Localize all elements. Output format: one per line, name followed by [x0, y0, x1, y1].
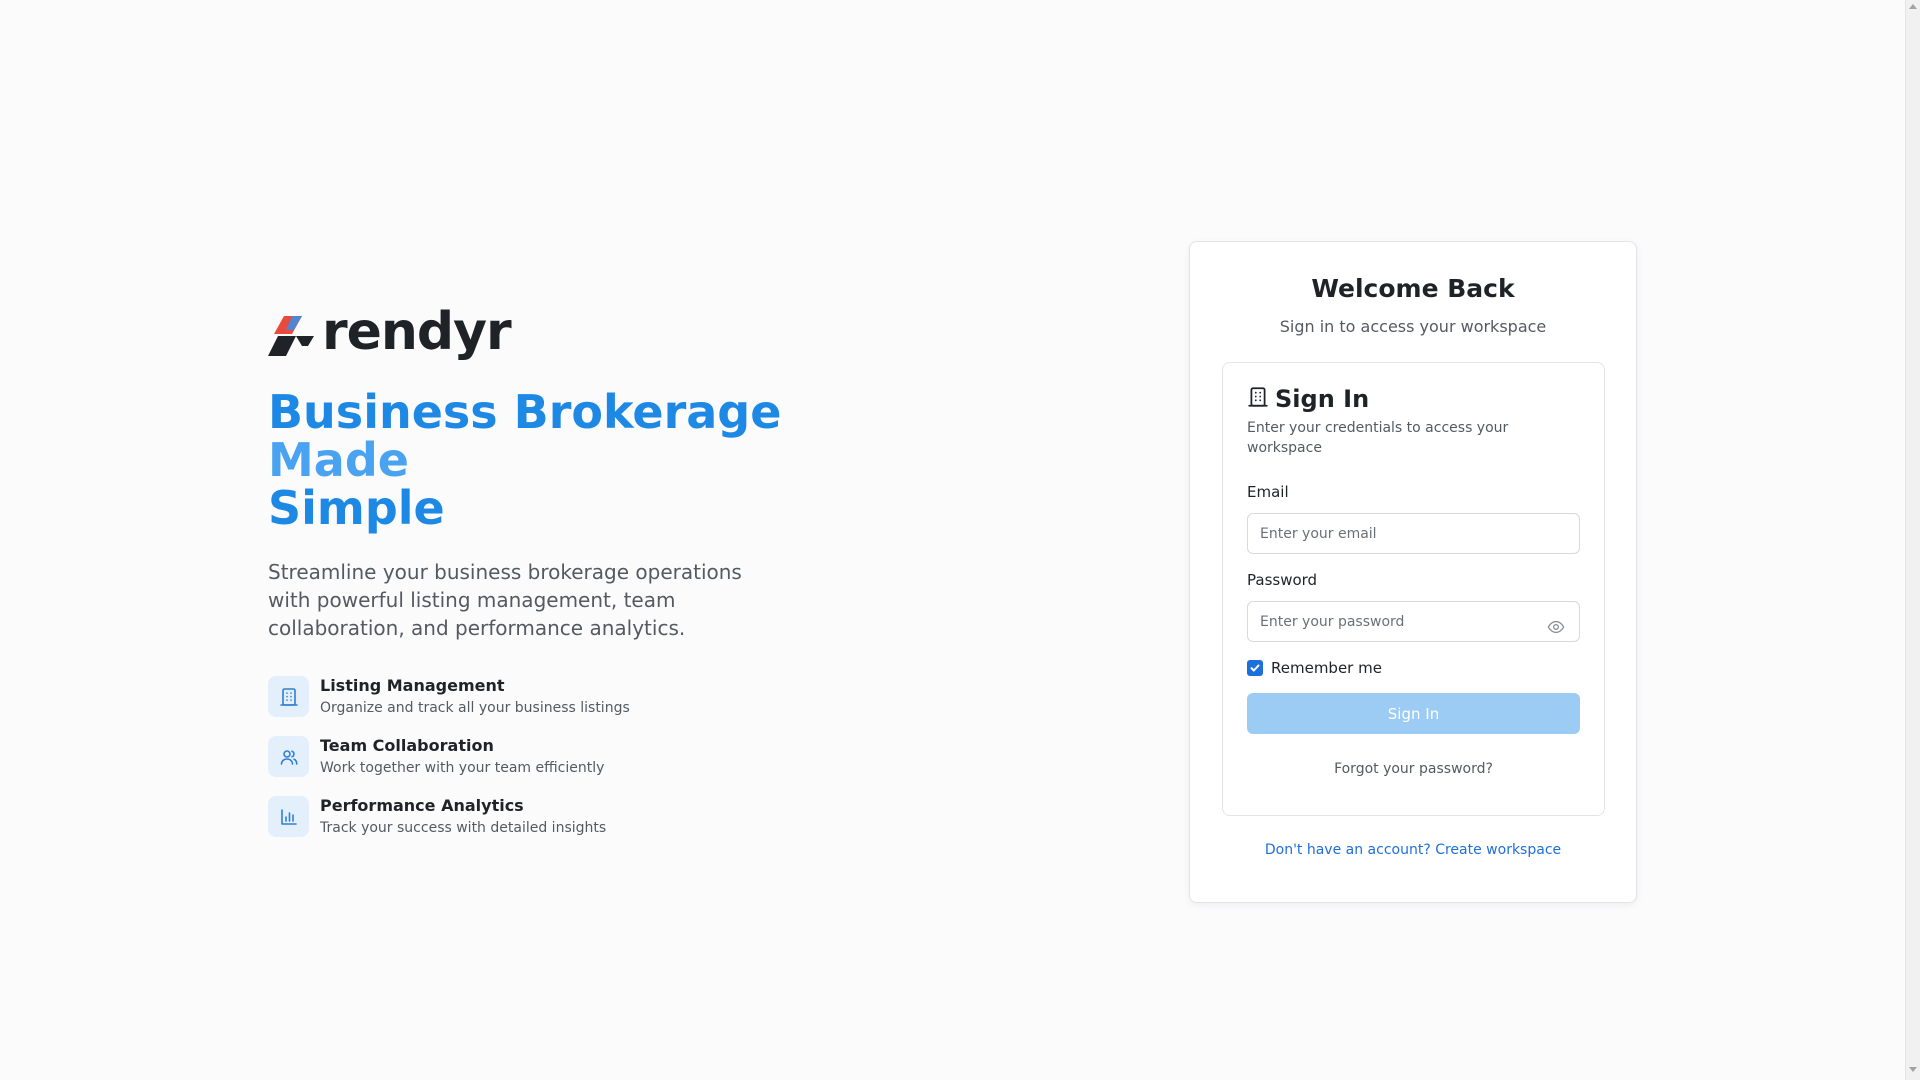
feature-title: Listing Management — [320, 676, 505, 695]
scroll-up-arrow-icon[interactable] — [1909, 4, 1917, 9]
sign-in-form: Sign In Enter your credentials to access… — [1222, 362, 1605, 816]
building-icon — [268, 676, 309, 717]
email-input[interactable] — [1247, 513, 1580, 554]
rendyr-logo-mark-icon — [268, 316, 314, 356]
create-workspace-link[interactable]: Don't have an account? Create workspace — [1190, 842, 1636, 858]
brand-logo: rendyr — [268, 302, 788, 364]
brand-name: rendyr — [322, 302, 512, 362]
card-subtitle: Sign in to access your workspace — [1279, 317, 1547, 336]
bar-chart-icon — [268, 796, 309, 837]
remember-me-checkbox[interactable] — [1247, 660, 1263, 676]
feature-item: Performance Analytics Track your success… — [268, 796, 788, 856]
feature-item: Listing Management Organize and track al… — [268, 676, 788, 736]
eye-icon[interactable] — [1545, 616, 1567, 638]
users-icon — [268, 736, 309, 777]
card-title: Welcome Back — [1311, 274, 1515, 303]
remember-me: Remember me — [1247, 659, 1382, 677]
checkmark-icon — [1250, 664, 1260, 672]
login-page: rendyr Business Brokerage Made Simple St… — [0, 0, 1905, 1080]
headline-part-3: Simple — [268, 481, 445, 535]
forgot-password-link[interactable]: Forgot your password? — [1223, 761, 1604, 777]
building-icon — [1247, 386, 1269, 412]
feature-title: Team Collaboration — [320, 736, 494, 755]
feature-list: Listing Management Organize and track al… — [268, 676, 788, 856]
feature-description: Track your success with detailed insight… — [320, 820, 607, 836]
headline-part-1: Business Brokerage — [268, 385, 782, 439]
hero-section: rendyr Business Brokerage Made Simple St… — [268, 302, 788, 856]
scroll-down-arrow-icon[interactable] — [1909, 1067, 1917, 1072]
email-label: Email — [1247, 483, 1289, 501]
feature-description: Organize and track all your business lis… — [320, 700, 630, 716]
form-title: Sign In — [1275, 385, 1370, 413]
sign-in-button[interactable]: Sign In — [1247, 693, 1580, 734]
hero-headline: Business Brokerage Made Simple — [268, 388, 788, 532]
hero-tagline: Streamline your business brokerage opera… — [268, 560, 742, 640]
password-input[interactable] — [1247, 601, 1580, 642]
password-label: Password — [1247, 571, 1318, 589]
vertical-scrollbar[interactable] — [1905, 0, 1920, 1080]
remember-me-label[interactable]: Remember me — [1271, 659, 1382, 677]
headline-part-2: Made — [268, 433, 409, 487]
feature-title: Performance Analytics — [320, 796, 524, 815]
feature-description: Work together with your team efficiently — [320, 760, 605, 776]
form-description: Enter your credentials to access your wo… — [1247, 420, 1509, 456]
feature-item: Team Collaboration Work together with yo… — [268, 736, 788, 796]
login-card: Welcome Back Sign in to access your work… — [1189, 241, 1637, 903]
form-header: Sign In — [1247, 385, 1369, 413]
